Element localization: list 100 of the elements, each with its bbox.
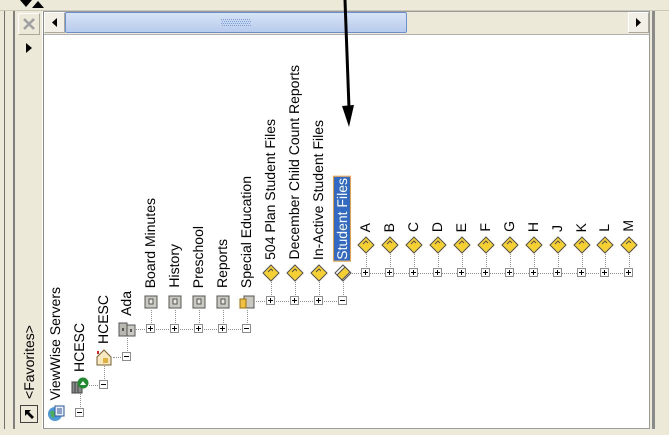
plus-icon xyxy=(530,269,537,276)
tree-node-label[interactable]: Special Education xyxy=(238,174,254,289)
folder-icon xyxy=(429,236,448,254)
tree-node-label[interactable]: HCESC xyxy=(94,294,111,345)
folder-icon xyxy=(548,236,567,254)
expand-button[interactable] xyxy=(552,268,562,277)
folder-icon xyxy=(476,236,495,254)
expand-button[interactable] xyxy=(314,296,323,305)
tree-node-label[interactable]: Board Minutes xyxy=(142,196,158,289)
collapse-button[interactable] xyxy=(242,324,251,333)
expand-button[interactable] xyxy=(600,268,610,277)
plus-icon xyxy=(195,325,202,332)
tree-node-label[interactable]: HCESC xyxy=(70,322,87,373)
tree-node-label[interactable]: Student Files xyxy=(334,177,350,261)
plus-icon xyxy=(266,297,274,304)
folder-icon xyxy=(357,236,376,254)
plus-icon xyxy=(386,269,394,276)
plus-icon xyxy=(434,269,442,276)
collapse-down-icon[interactable] xyxy=(20,0,32,8)
plus-icon xyxy=(219,325,226,332)
tree-node-label[interactable]: E xyxy=(453,222,470,233)
tree-node-label[interactable]: F xyxy=(476,222,493,233)
tree-node-label[interactable]: Ada xyxy=(118,290,134,317)
open-folder-icon xyxy=(334,264,352,282)
minus-icon xyxy=(100,381,107,388)
expand-button[interactable] xyxy=(480,268,490,277)
tree-node-label[interactable]: M xyxy=(620,219,636,233)
expand-button[interactable] xyxy=(170,324,180,333)
folder-icon xyxy=(453,236,472,254)
plus-icon xyxy=(578,269,585,276)
collapse-button[interactable] xyxy=(338,296,347,305)
pointer-arrow-icon xyxy=(23,408,36,420)
expand-button[interactable] xyxy=(266,296,275,305)
collapse-button[interactable] xyxy=(74,408,84,417)
tree-node-label[interactable]: Preschool xyxy=(190,224,206,289)
folder-icon xyxy=(620,236,638,254)
tree-node-label[interactable]: C xyxy=(405,220,422,233)
folder-icon xyxy=(381,236,400,254)
tree-node-label[interactable]: History xyxy=(166,243,182,289)
tree-node-label[interactable]: December Child Count Reports xyxy=(286,64,302,261)
tree-node-label[interactable]: H xyxy=(524,220,541,233)
expand-button[interactable] xyxy=(218,324,228,333)
folder-icon xyxy=(262,264,280,282)
favorites-title: <Favorites> xyxy=(21,325,38,399)
plus-icon xyxy=(314,297,322,304)
plus-icon xyxy=(458,269,466,276)
expand-button[interactable] xyxy=(624,268,634,277)
tree-node-label[interactable]: J xyxy=(548,224,565,233)
collapse-button[interactable] xyxy=(122,352,132,361)
shortcut-button[interactable] xyxy=(20,405,38,423)
expand-button[interactable] xyxy=(576,268,586,277)
tree-node-label[interactable]: A xyxy=(357,222,374,233)
expand-right-icon[interactable] xyxy=(26,43,32,53)
scroll-right-icon[interactable] xyxy=(636,18,642,27)
scroll-left-icon[interactable] xyxy=(52,18,57,27)
expand-button[interactable] xyxy=(361,268,370,277)
expand-up-icon[interactable] xyxy=(32,0,44,8)
tree-node-label[interactable]: Reports xyxy=(214,238,230,289)
plus-icon xyxy=(601,269,608,276)
expand-button[interactable] xyxy=(194,324,204,333)
tree-node-label[interactable]: G xyxy=(500,220,517,233)
tree-node-label[interactable]: ViewWise Servers xyxy=(46,286,63,401)
folder-icon xyxy=(310,264,328,282)
house-icon xyxy=(94,348,113,366)
plus-icon xyxy=(506,269,513,276)
collapse-button[interactable] xyxy=(98,380,108,389)
expand-button[interactable] xyxy=(146,324,156,333)
tree-node-label[interactable]: L xyxy=(596,223,612,233)
expand-button[interactable] xyxy=(528,268,538,277)
drawer-icon xyxy=(215,293,232,309)
plus-icon xyxy=(482,269,489,276)
expand-button[interactable] xyxy=(290,296,299,305)
expand-button[interactable] xyxy=(385,268,394,277)
expand-button[interactable] xyxy=(409,268,418,277)
horizontal-scrollbar[interactable] xyxy=(44,12,650,35)
folder-icon xyxy=(524,236,543,254)
folder-icon xyxy=(596,236,614,254)
scroll-thumb[interactable] xyxy=(64,12,407,33)
plus-icon xyxy=(290,297,298,304)
expand-button[interactable] xyxy=(433,268,442,277)
globe-icon xyxy=(46,404,65,422)
tree-node-label[interactable]: 504 Plan Student Files xyxy=(262,118,278,261)
tree-node-label[interactable]: K xyxy=(572,222,589,233)
close-icon xyxy=(23,18,36,30)
plus-icon xyxy=(410,269,418,276)
cabinet-icon xyxy=(118,320,136,338)
tree-node-label[interactable]: B xyxy=(381,222,398,233)
tree-node-label[interactable]: D xyxy=(429,220,446,233)
drawer-icon xyxy=(238,293,255,309)
drawer-icon xyxy=(143,293,160,309)
folder-icon xyxy=(286,264,304,282)
folder-icon xyxy=(405,236,424,254)
expand-button[interactable] xyxy=(457,268,466,277)
drawer-icon xyxy=(191,293,208,309)
expand-button[interactable] xyxy=(504,268,514,277)
drawer-icon xyxy=(167,293,184,309)
minus-icon xyxy=(338,297,346,304)
folder-icon xyxy=(500,236,519,254)
tree-node-label[interactable]: In-Active Student Files xyxy=(310,118,326,261)
plus-icon xyxy=(171,325,178,332)
